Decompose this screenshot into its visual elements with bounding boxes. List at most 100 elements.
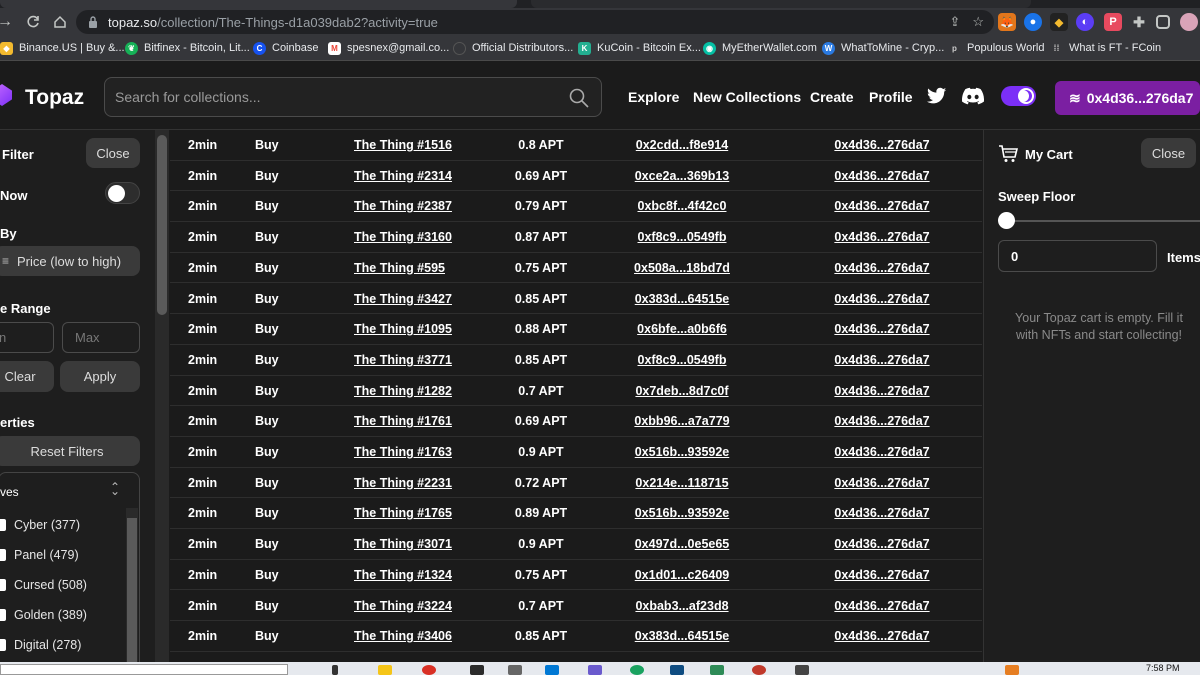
to-address-link[interactable]: 0x4d36...276da7: [830, 414, 934, 428]
nft-name-link[interactable]: The Thing #3160: [354, 230, 452, 244]
sort-dropdown[interactable]: ≡ Price (low to high): [0, 246, 140, 276]
from-address-link[interactable]: 0x516b...93592e: [632, 506, 732, 520]
to-address-link[interactable]: 0x4d36...276da7: [830, 384, 934, 398]
tray-icon[interactable]: [1005, 665, 1019, 675]
nft-name-link[interactable]: The Thing #1763: [354, 445, 452, 459]
nav-explore[interactable]: Explore: [628, 89, 679, 105]
expand-collapse-icon[interactable]: ⌃ ⌄: [110, 480, 120, 508]
to-address-link[interactable]: 0x4d36...276da7: [830, 169, 934, 183]
to-address-link[interactable]: 0x4d36...276da7: [830, 445, 934, 459]
topaz-logo-icon[interactable]: [0, 84, 12, 106]
sweep-items-input[interactable]: 0: [998, 240, 1157, 272]
app-icon[interactable]: [630, 665, 644, 675]
trait-option[interactable]: Golden (389): [0, 608, 87, 622]
nft-name-link[interactable]: The Thing #1324: [354, 568, 452, 582]
nft-name-link[interactable]: The Thing #3071: [354, 537, 452, 551]
theme-toggle[interactable]: [1001, 86, 1036, 106]
nft-name-link[interactable]: The Thing #2387: [354, 199, 452, 213]
sweep-slider-track[interactable]: [1006, 220, 1200, 222]
max-price-input[interactable]: Max: [62, 322, 140, 353]
nft-name-link[interactable]: The Thing #1282: [354, 384, 452, 398]
to-address-link[interactable]: 0x4d36...276da7: [830, 199, 934, 213]
trait-option[interactable]: Panel (479): [0, 548, 79, 562]
nft-name-link[interactable]: The Thing #1095: [354, 322, 452, 336]
app-icon[interactable]: [752, 665, 766, 675]
nav-profile[interactable]: Profile: [869, 89, 913, 105]
to-address-link[interactable]: 0x4d36...276da7: [830, 629, 934, 643]
store-icon[interactable]: [545, 665, 559, 675]
search-icon[interactable]: [569, 88, 589, 108]
from-address-link[interactable]: 0x383d...64515e: [632, 629, 732, 643]
search-input[interactable]: [115, 86, 555, 108]
url-field[interactable]: topaz.so/collection/The-Things-d1a039dab…: [76, 10, 994, 34]
from-address-link[interactable]: 0x7deb...8d7c0f: [632, 384, 732, 398]
to-address-link[interactable]: 0x4d36...276da7: [830, 476, 934, 490]
nav-create[interactable]: Create: [810, 89, 854, 105]
trait-option[interactable]: Digital (278): [0, 638, 81, 652]
file-explorer-icon[interactable]: [378, 665, 392, 675]
from-address-link[interactable]: 0xf8c9...0549fb: [632, 230, 732, 244]
nft-name-link[interactable]: The Thing #3427: [354, 292, 452, 306]
app-icon[interactable]: [470, 665, 484, 675]
to-address-link[interactable]: 0x4d36...276da7: [830, 292, 934, 306]
checkbox[interactable]: [0, 609, 6, 621]
twitter-icon[interactable]: [927, 87, 947, 105]
nft-name-link[interactable]: The Thing #2314: [354, 169, 452, 183]
checkbox[interactable]: [0, 639, 6, 651]
from-address-link[interactable]: 0xf8c9...0549fb: [632, 353, 732, 367]
nft-name-link[interactable]: The Thing #3224: [354, 599, 452, 613]
filter-close-button[interactable]: Close: [86, 138, 140, 168]
scrollbar-thumb[interactable]: [157, 135, 167, 315]
share-icon[interactable]: ⇪: [949, 14, 960, 30]
from-address-link[interactable]: 0xbc8f...4f42c0: [632, 199, 732, 213]
bookmark-item[interactable]: ◉ MyEtherWallet.com: [703, 36, 817, 61]
buy-now-toggle[interactable]: [105, 182, 140, 204]
from-address-link[interactable]: 0x2cdd...f8e914: [632, 138, 732, 152]
nft-name-link[interactable]: The Thing #1761: [354, 414, 452, 428]
bookmark-item[interactable]: ❦ Bitfinex - Bitcoin, Lit...: [125, 36, 250, 61]
bookmark-item[interactable]: Mspesnex@gmail.co...: [328, 36, 449, 61]
trait-option[interactable]: Cursed (508): [0, 578, 87, 592]
trait-option[interactable]: Cyber (377): [0, 518, 80, 532]
sweep-slider-handle[interactable]: [998, 212, 1015, 229]
to-address-link[interactable]: 0x4d36...276da7: [830, 537, 934, 551]
profile-avatar[interactable]: [1180, 13, 1198, 31]
from-address-link[interactable]: 0x6bfe...a0b6f6: [632, 322, 732, 336]
from-address-link[interactable]: 0x497d...0e5e65: [632, 537, 732, 551]
from-address-link[interactable]: 0x214e...118715: [632, 476, 732, 490]
checkbox[interactable]: [0, 519, 6, 531]
metamask-extension-icon[interactable]: 🦊: [998, 13, 1016, 31]
to-address-link[interactable]: 0x4d36...276da7: [830, 568, 934, 582]
site-logo-text[interactable]: Topaz: [25, 86, 84, 110]
bookmark-item[interactable]: K KuCoin - Bitcoin Ex...: [578, 36, 701, 61]
min-price-input[interactable]: n: [0, 322, 54, 353]
discord-icon[interactable]: [962, 87, 984, 105]
extension-purple-icon[interactable]: ◐: [1076, 13, 1094, 31]
to-address-link[interactable]: 0x4d36...276da7: [830, 230, 934, 244]
to-address-link[interactable]: 0x4d36...276da7: [830, 353, 934, 367]
bookmark-item[interactable]: C Coinbase: [253, 36, 318, 61]
sidebar-panel-icon[interactable]: [1156, 15, 1170, 29]
nav-new-collections[interactable]: New Collections: [693, 89, 801, 105]
bookmark-item[interactable]: Official Distributors...: [453, 36, 573, 61]
chrome-icon[interactable]: [422, 665, 436, 675]
home-icon[interactable]: [47, 9, 73, 35]
checkbox[interactable]: [0, 579, 6, 591]
to-address-link[interactable]: 0x4d36...276da7: [830, 138, 934, 152]
task-view-icon[interactable]: [332, 665, 338, 675]
nft-name-link[interactable]: The Thing #595: [354, 261, 445, 275]
active-browser-tab[interactable]: [0, 0, 517, 8]
extension-blue-circle-icon[interactable]: ●: [1024, 13, 1042, 31]
scrollbar-thumb[interactable]: [127, 518, 137, 662]
to-address-link[interactable]: 0x4d36...276da7: [830, 261, 934, 275]
from-address-link[interactable]: 0xbb96...a7a779: [632, 414, 732, 428]
bookmark-item[interactable]: p Populous World: [948, 36, 1044, 61]
nft-name-link[interactable]: The Thing #2231: [354, 476, 452, 490]
nft-name-link[interactable]: The Thing #3406: [354, 629, 452, 643]
back-arrow-icon[interactable]: →: [0, 9, 18, 35]
app-icon[interactable]: [588, 665, 602, 675]
bookmark-item[interactable]: ⁞⁞ What is FT - FCoin: [1050, 36, 1162, 61]
from-address-link[interactable]: 0xbab3...af23d8: [632, 599, 732, 613]
bookmark-item[interactable]: ◆ Binance.US | Buy &...: [0, 36, 125, 61]
trait-group-label[interactable]: ves: [0, 485, 19, 499]
